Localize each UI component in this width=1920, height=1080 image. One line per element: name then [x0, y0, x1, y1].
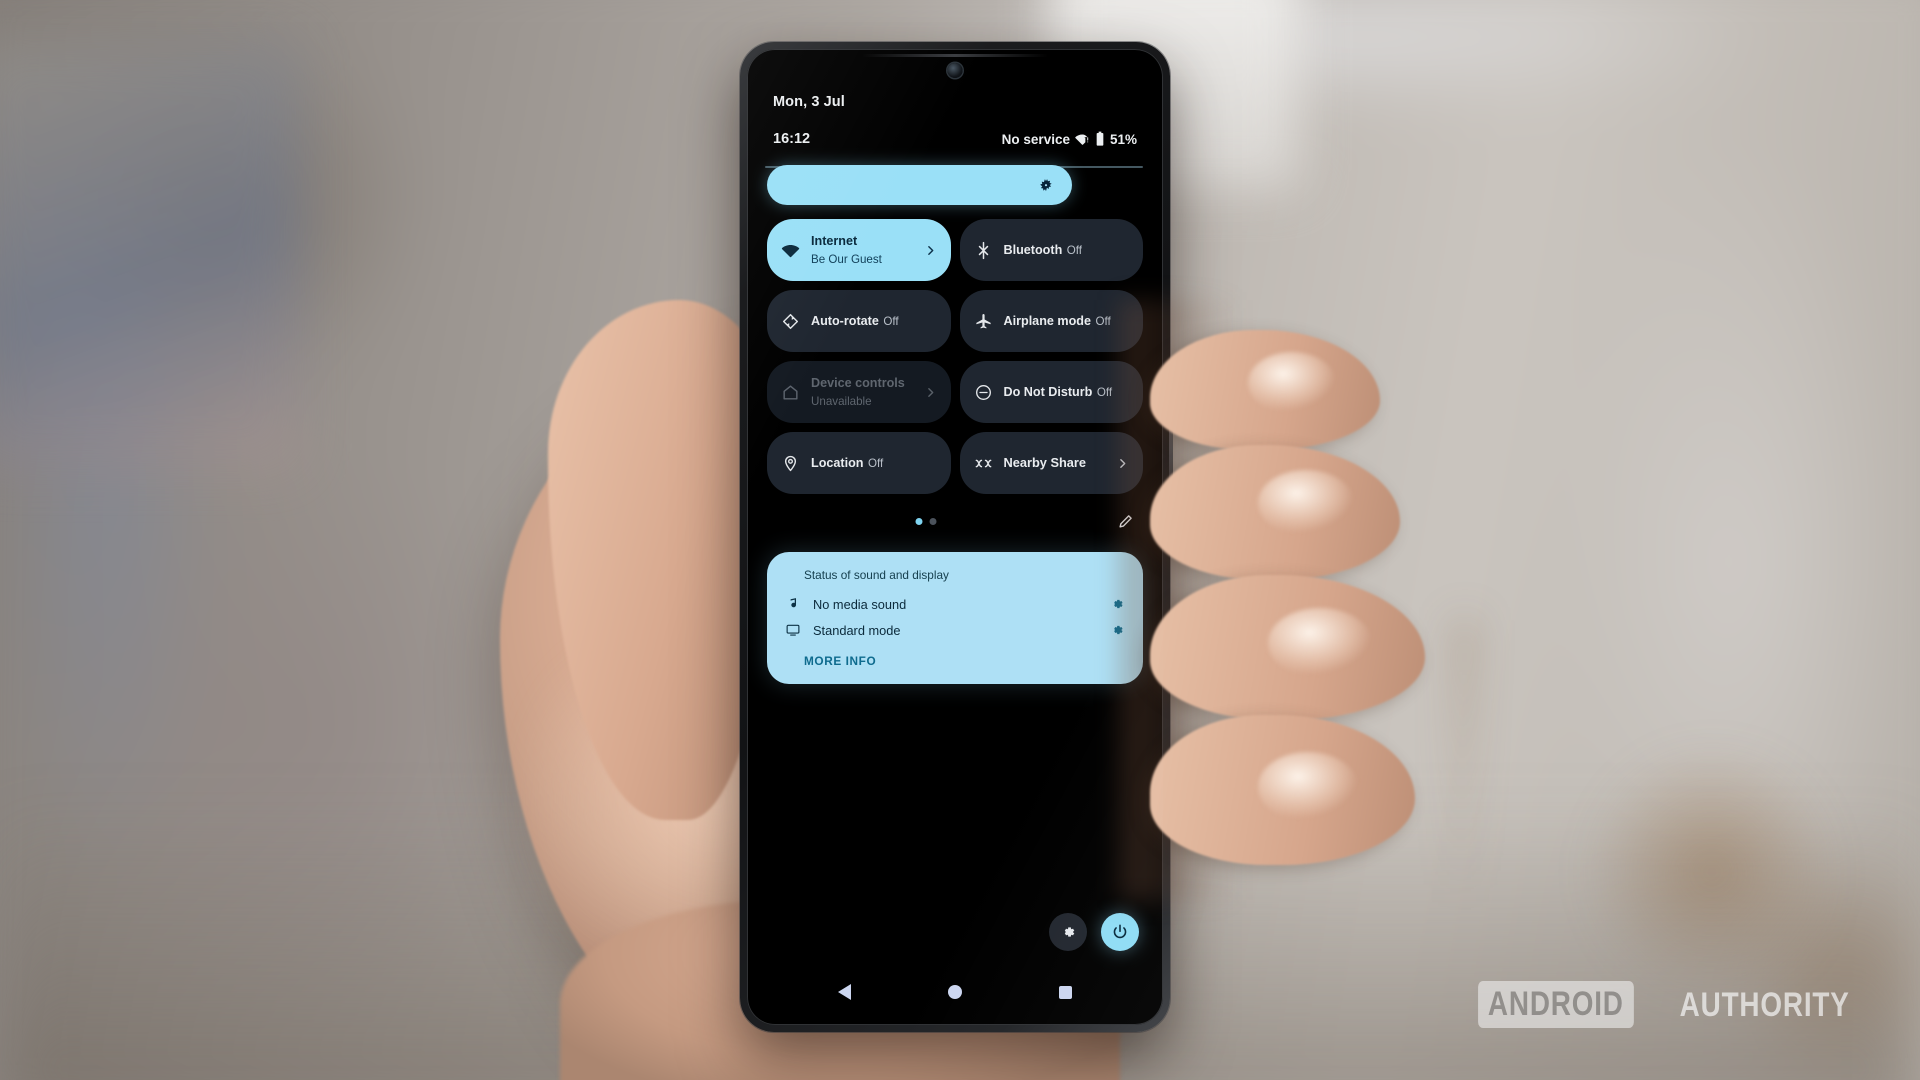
watermark-android: ANDROID	[1478, 981, 1634, 1028]
fingernail	[1268, 608, 1372, 678]
watermark: ANDROID AUTHORITY	[1461, 981, 1868, 1028]
fingernail	[1258, 752, 1358, 822]
photo-scene: Mon, 3 Jul 16:12 No service 51% Internet…	[0, 0, 1920, 1080]
fingernail	[1258, 470, 1354, 536]
hand-fingers	[0, 0, 1920, 1080]
watermark-authority: AUTHORITY	[1679, 985, 1850, 1024]
earpiece-speaker	[862, 54, 1048, 57]
front-camera	[947, 63, 963, 78]
fingernail	[1248, 352, 1336, 414]
